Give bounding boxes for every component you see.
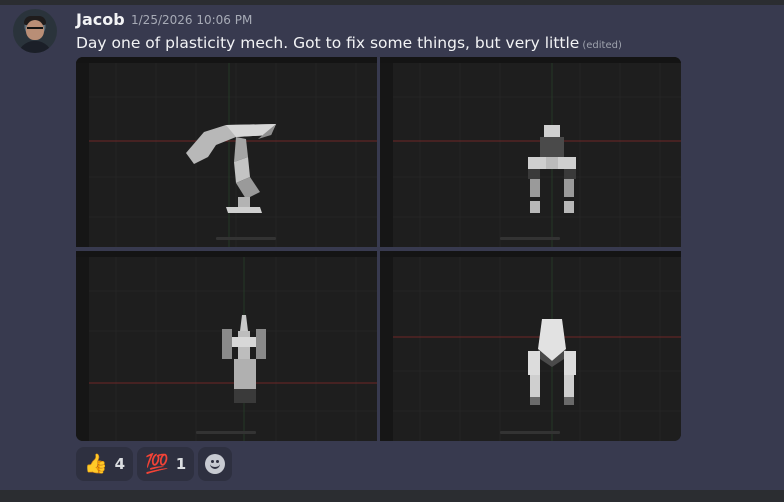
add-reaction-icon — [205, 454, 226, 474]
message-author[interactable]: Jacob — [76, 10, 125, 29]
viewport-sidebar — [76, 257, 89, 441]
viewport-sidebar — [380, 257, 393, 441]
viewport-toolbar — [76, 251, 377, 257]
viewport-toolbar — [380, 57, 681, 63]
reaction-bar: 👍 4 💯 1 — [76, 447, 233, 481]
attachment-image-front-view[interactable] — [380, 57, 681, 247]
user-avatar[interactable] — [13, 9, 57, 53]
attachment-image-top-view[interactable] — [76, 251, 377, 441]
attachment-image-side-view[interactable] — [76, 57, 377, 247]
reaction-count: 1 — [175, 455, 187, 473]
reaction-thumbs-up[interactable]: 👍 4 — [76, 447, 134, 481]
message-text: Day one of plasticity mech. Got to fix s… — [76, 34, 622, 52]
hundred-points-icon: 💯 — [145, 452, 169, 475]
viewport-sidebar — [76, 63, 89, 247]
bottom-divider — [0, 490, 784, 502]
reaction-count: 4 — [114, 455, 126, 473]
edited-label: (edited) — [582, 40, 622, 51]
add-reaction-button[interactable] — [198, 447, 233, 481]
reaction-hundred[interactable]: 💯 1 — [137, 447, 195, 481]
viewport-toolbar — [380, 251, 681, 257]
attachment-image-back-view[interactable] — [380, 251, 681, 441]
thumbs-up-icon: 👍 — [84, 452, 108, 475]
top-divider — [0, 0, 784, 5]
image-gallery — [76, 57, 681, 441]
viewport-sidebar — [380, 63, 393, 247]
viewport-toolbar — [76, 57, 377, 63]
message-body: Day one of plasticity mech. Got to fix s… — [76, 34, 580, 52]
message-timestamp: 1/25/2026 10:06 PM — [131, 13, 253, 27]
